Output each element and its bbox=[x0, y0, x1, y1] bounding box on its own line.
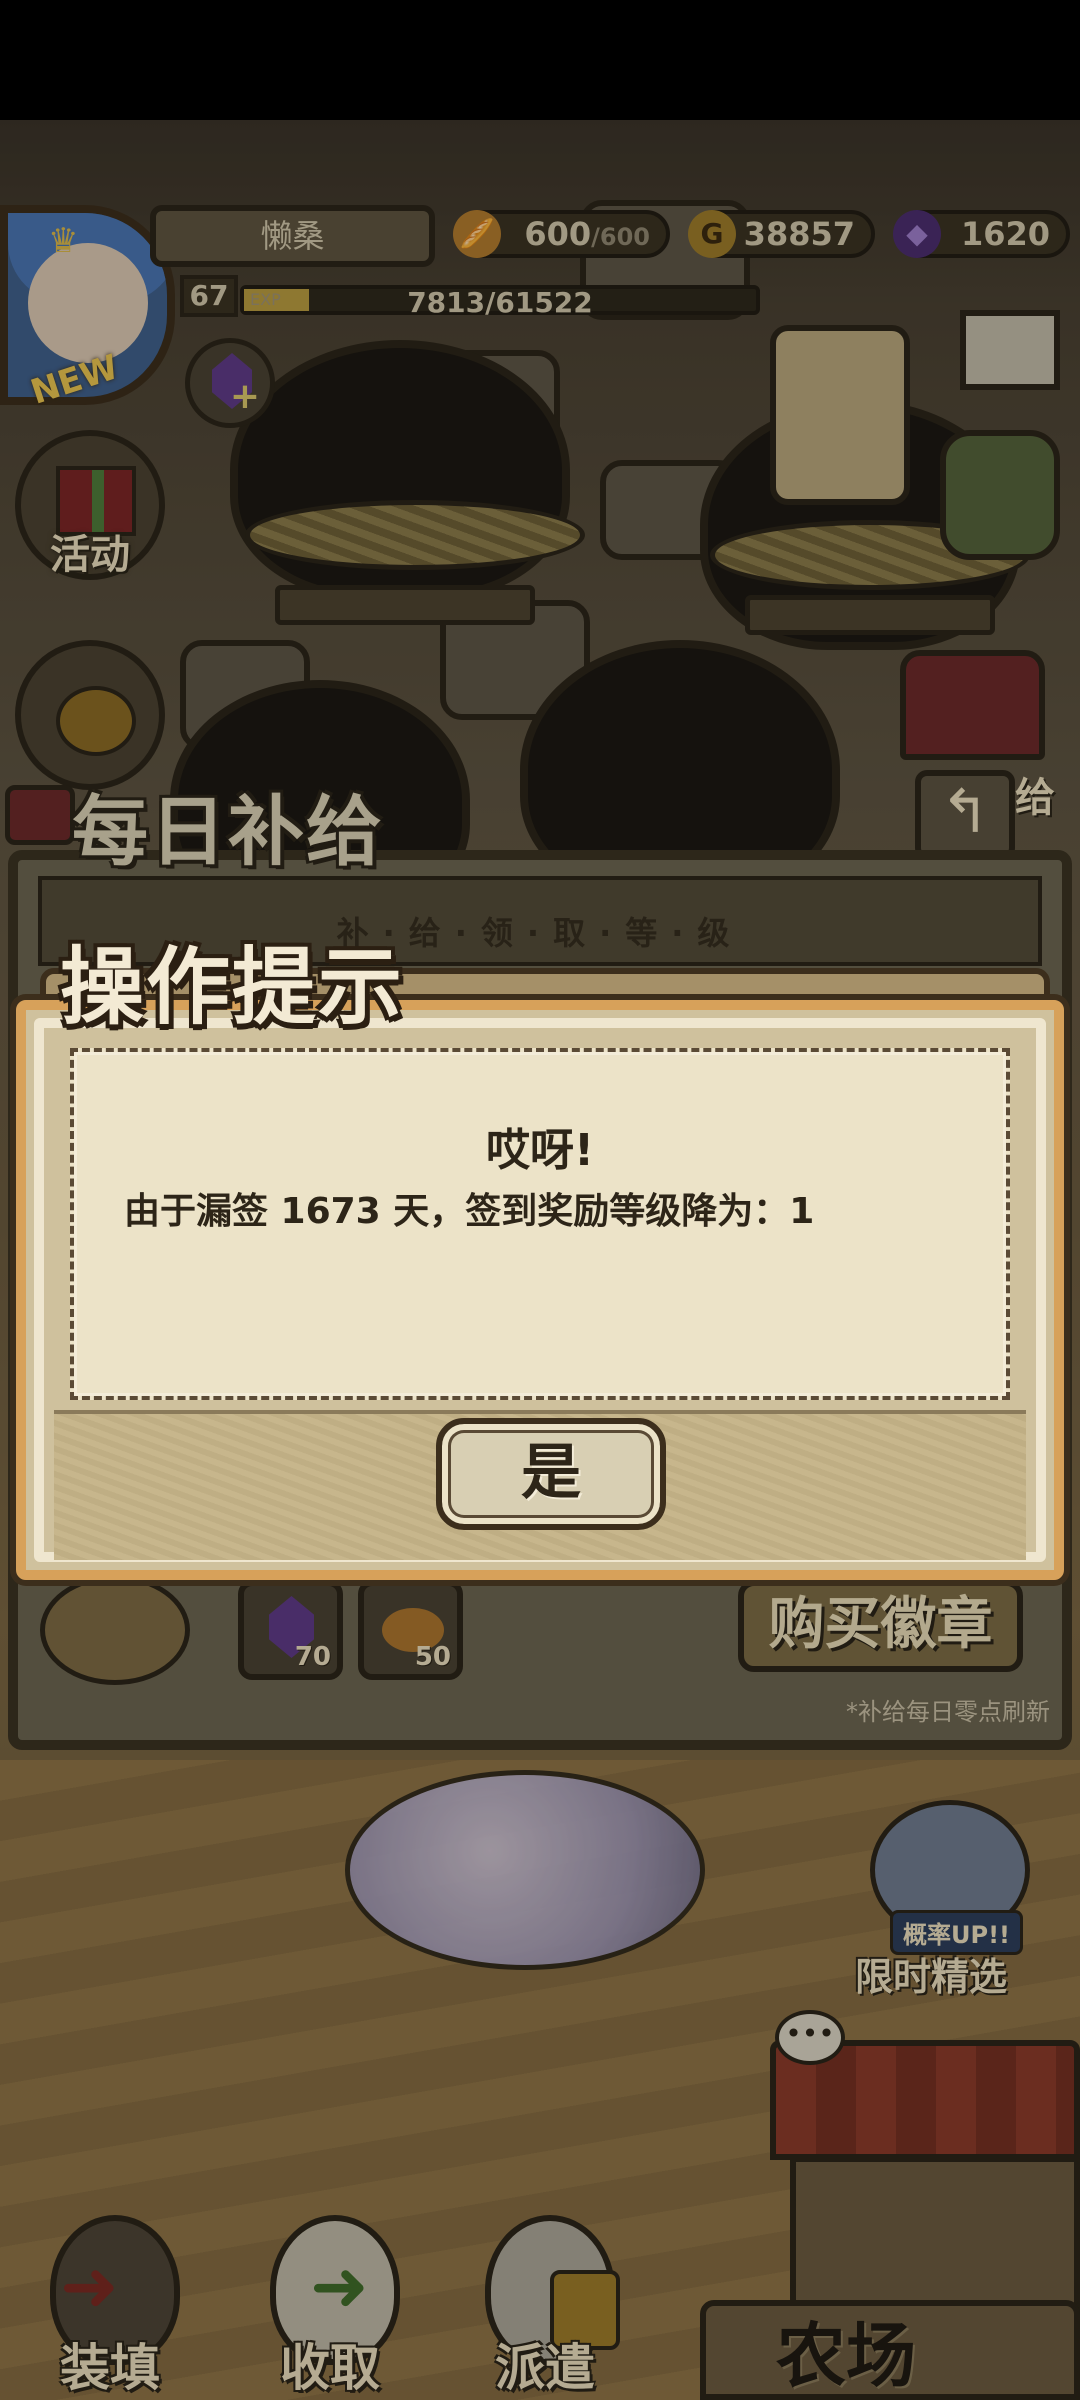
dialog-title: 操作提示 bbox=[60, 938, 405, 1036]
confirm-yes-button[interactable]: 是 bbox=[436, 1418, 666, 1530]
dialog-heading: 哎呀! bbox=[485, 1125, 595, 1176]
operation-hint-dialog: 哎呀! 由于漏签 1673 天，签到奖励等级降为：1 是 bbox=[16, 1000, 1064, 1580]
dialog-paper: 哎呀! 由于漏签 1673 天，签到奖励等级降为：1 bbox=[70, 1048, 1010, 1400]
status-bar bbox=[0, 0, 1080, 120]
dialog-message: 由于漏签 1673 天，签到奖励等级降为：1 bbox=[124, 1191, 815, 1232]
